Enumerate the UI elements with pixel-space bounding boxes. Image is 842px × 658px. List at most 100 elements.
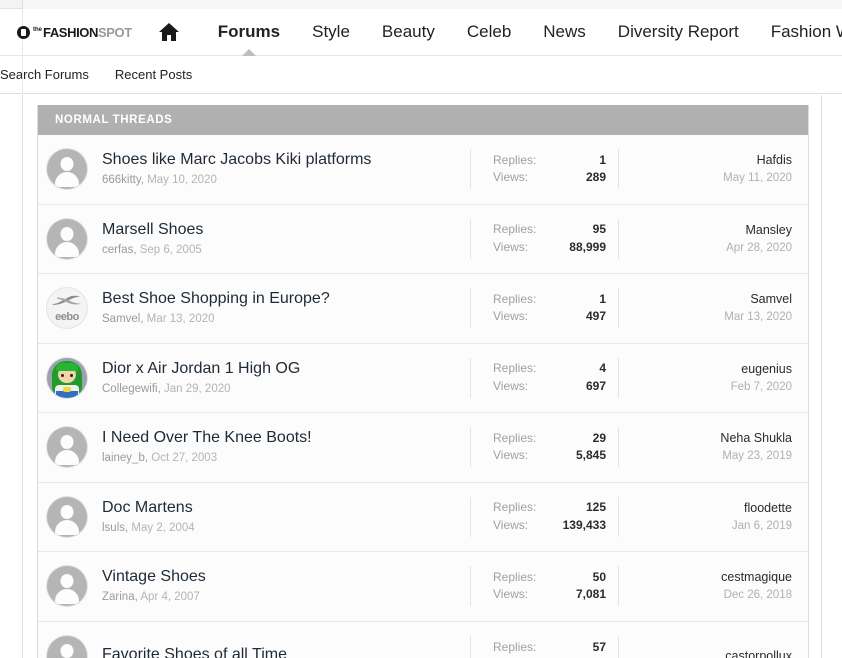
secondary-nav: Search Forums Recent Posts [0, 56, 842, 94]
replies-label: Replies: [493, 291, 537, 306]
thread-date: Oct 27, 2003 [151, 452, 218, 465]
user-silhouette-body-icon [55, 172, 79, 188]
views-label: Views: [493, 239, 529, 254]
last-post-date: Jan 6, 2019 [731, 519, 792, 532]
anime-avatar-skirt-icon [56, 390, 78, 398]
last-post-user[interactable]: Samvel [619, 290, 792, 309]
last-post-date: May 23, 2019 [722, 450, 792, 462]
last-post: cestmagique Dec 26, 2018 [618, 566, 808, 607]
last-post: eugenius Feb 7, 2020 [618, 357, 808, 398]
user-silhouette-icon [60, 574, 74, 589]
last-post-user[interactable]: floodette [619, 499, 792, 518]
avatar[interactable] [47, 218, 87, 259]
table-row[interactable]: Vintage Shoes Zarina, Apr 4, 2007 Replie… [38, 552, 808, 622]
replies-label: Replies: [493, 569, 537, 584]
thread-title-link[interactable]: Favorite Shoes of all Time [102, 645, 287, 658]
anime-avatar-eye-left-icon [61, 373, 64, 377]
thread-title-link[interactable]: Shoes like Marc Jacobs Kiki platforms [102, 150, 371, 170]
last-post-date: Apr 28, 2020 [726, 241, 792, 254]
subnav-item-search-forums[interactable]: Search Forums [0, 67, 89, 82]
last-post-user[interactable]: eugenius [619, 360, 792, 379]
last-post: Mansley Apr 28, 2020 [618, 218, 808, 259]
thread-author[interactable]: 666kitty, [102, 174, 144, 186]
table-row[interactable]: Doc Martens lsuls, May 2, 2004 Replies: … [38, 482, 808, 552]
thread-title-link[interactable]: Marsell Shoes [102, 220, 203, 240]
thread-main: Marsell Shoes cerfas, Sep 6, 2005 [38, 218, 470, 259]
views-label: Views: [493, 517, 529, 532]
nav-item-beauty[interactable]: Beauty [366, 9, 451, 56]
user-silhouette-icon [60, 157, 74, 172]
last-post-user[interactable]: Hafdis [619, 151, 792, 170]
avatar[interactable] [47, 496, 87, 537]
replies-label: Replies: [493, 639, 537, 654]
views-line: Views: 289 [493, 169, 618, 186]
table-row[interactable]: Shoes like Marc Jacobs Kiki platforms 66… [38, 135, 808, 205]
table-row[interactable]: I Need Over The Knee Boots! lainey_b, Oc… [38, 413, 808, 483]
thread-title-link[interactable]: Best Shoe Shopping in Europe? [102, 289, 330, 309]
thread-main: Shoes like Marc Jacobs Kiki platforms 66… [38, 149, 470, 190]
thread-author[interactable]: Samvel, [102, 313, 144, 325]
last-post-date: Feb 7, 2020 [730, 380, 792, 393]
replies-line: Replies: 29 [493, 430, 618, 447]
nav-item-diversity-report[interactable]: Diversity Report [602, 9, 755, 56]
last-post: Samvel Mar 13, 2020 [618, 288, 808, 329]
thread-stats: Replies: 4 Views: 697 [470, 357, 618, 398]
last-post-user[interactable]: Mansley [619, 221, 792, 240]
thread-author[interactable]: lsuls, [102, 522, 128, 534]
user-silhouette-body-icon [55, 519, 79, 535]
thread-author[interactable]: Collegewifi, [102, 383, 161, 395]
replies-value: 125 [585, 500, 606, 515]
last-post-user[interactable]: castorpollux [619, 647, 792, 658]
thread-title-link[interactable]: Dior x Air Jordan 1 High OG [102, 359, 300, 379]
nav-item-style[interactable]: Style [296, 9, 366, 56]
thread-main: eebo Best Shoe Shopping in Europe? Samve… [38, 288, 470, 329]
thread-list-block: NORMAL THREADS Shoes like Marc Jacobs Ki… [37, 105, 809, 658]
home-icon[interactable] [158, 9, 180, 56]
table-row[interactable]: Dior x Air Jordan 1 High OG Collegewifi,… [38, 343, 808, 413]
thread-title-link[interactable]: Doc Martens [102, 498, 195, 518]
thread-author[interactable]: cerfas, [102, 244, 137, 256]
table-row[interactable]: eebo Best Shoe Shopping in Europe? Samve… [38, 274, 808, 344]
thread-stats: Replies: 29 Views: 5,845 [470, 427, 618, 468]
thread-main: Vintage Shoes Zarina, Apr 4, 2007 [38, 566, 470, 607]
replies-line: Replies: 1 [493, 152, 618, 169]
subnav-item-recent-posts[interactable]: Recent Posts [115, 67, 192, 82]
views-value: 5,845 [575, 448, 606, 463]
thread-title-link[interactable]: Vintage Shoes [102, 567, 206, 587]
thread-date: May 10, 2020 [147, 174, 217, 187]
table-row[interactable]: Marsell Shoes cerfas, Sep 6, 2005 Replie… [38, 204, 808, 274]
avatar[interactable] [47, 149, 87, 190]
logo-badge-icon [17, 25, 30, 39]
site-header: the FASHION SPOT Forums Style Beauty Cel… [0, 9, 842, 57]
avatar[interactable] [47, 427, 87, 468]
views-line: Views: 7,081 [493, 586, 618, 603]
thread-titles: Dior x Air Jordan 1 High OG Collegewifi,… [102, 359, 300, 397]
avatar[interactable]: eebo [47, 288, 87, 329]
thread-meta: Collegewifi, Jan 29, 2020 [102, 382, 300, 397]
logo-fashion: FASHION [43, 24, 98, 40]
replies-line: Replies: 50 [493, 569, 618, 586]
last-post-user[interactable]: cestmagique [619, 568, 792, 587]
avatar[interactable] [47, 636, 87, 658]
content-area: NORMAL THREADS Shoes like Marc Jacobs Ki… [22, 95, 822, 658]
avatar[interactable] [47, 357, 87, 398]
replies-value: 29 [592, 430, 606, 445]
thread-title-link[interactable]: I Need Over The Knee Boots! [102, 428, 312, 448]
thread-author[interactable]: Zarina, [102, 591, 138, 603]
site-logo[interactable]: the FASHION SPOT [17, 9, 132, 56]
thread-author[interactable]: lainey_b, [102, 452, 148, 464]
views-line: Views: 139,433 [493, 517, 618, 534]
nav-item-forums[interactable]: Forums [202, 9, 296, 57]
avatar[interactable] [47, 566, 87, 607]
table-row[interactable]: Favorite Shoes of all Time Replies: 57 V… [38, 621, 808, 658]
views-label: Views: [493, 378, 529, 393]
last-post: Hafdis May 11, 2020 [618, 149, 808, 190]
nav-item-news[interactable]: News [527, 9, 602, 56]
logo-wordmark: the FASHION SPOT [33, 26, 132, 39]
last-post-user[interactable]: Neha Shukla [619, 429, 792, 448]
nav-item-celeb[interactable]: Celeb [451, 9, 527, 56]
user-silhouette-icon [60, 435, 74, 450]
replies-line: Replies: 95 [493, 221, 618, 238]
nav-item-fashion-week[interactable]: Fashion Week [755, 9, 842, 56]
views-label: Views: [493, 170, 529, 185]
